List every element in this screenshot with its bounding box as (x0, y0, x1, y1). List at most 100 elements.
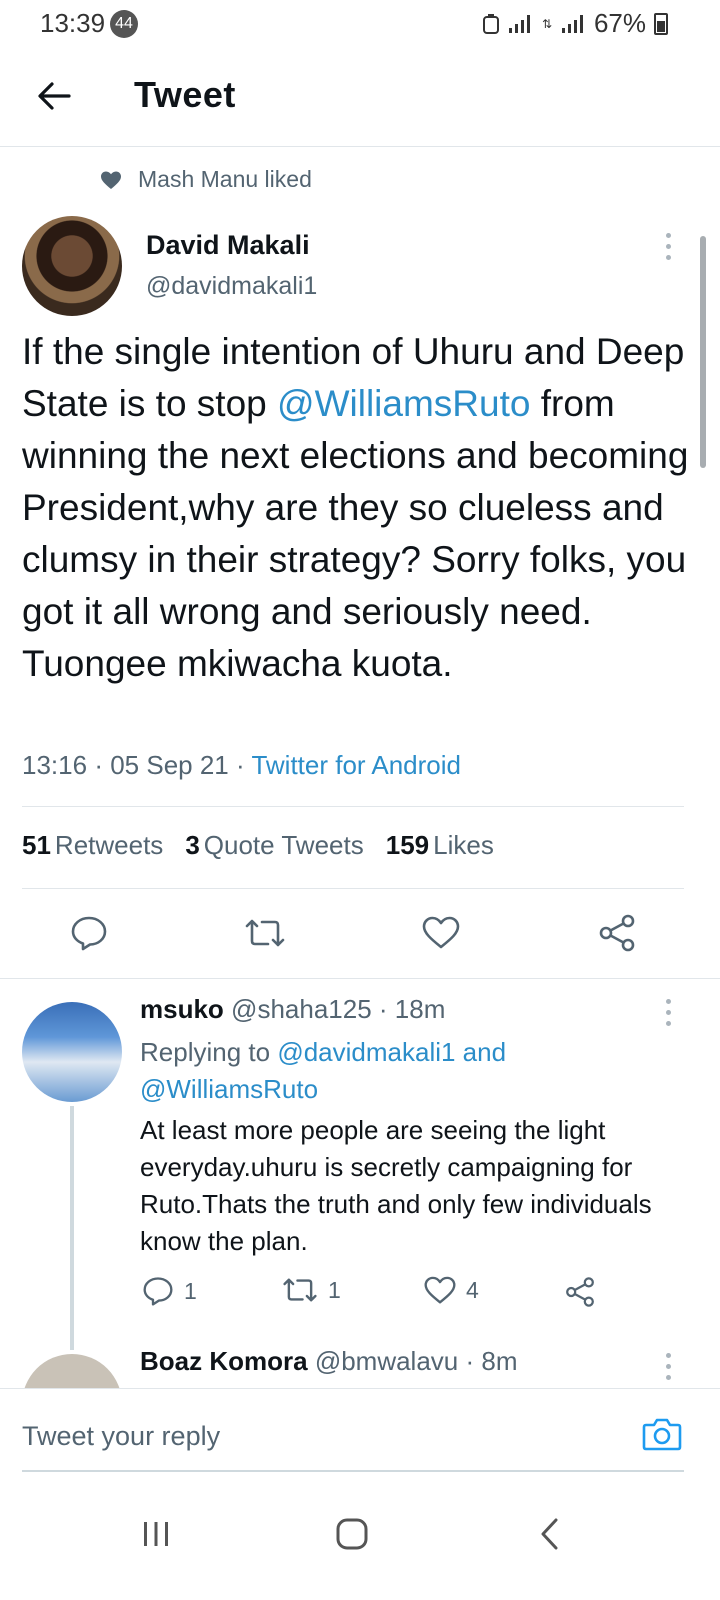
replying-prefix: Replying to (140, 1037, 278, 1067)
meta-separator: · (94, 750, 103, 780)
more-dot (665, 232, 671, 238)
divider (0, 978, 720, 979)
divider (22, 806, 684, 807)
reply-actions: 1 1 4 (140, 1276, 620, 1316)
reply-header: Boaz Komora @bmwalavu · 8m (140, 1346, 518, 1376)
divider (22, 888, 684, 889)
comment-icon (143, 1277, 173, 1306)
recent-apps-button[interactable] (126, 1504, 186, 1564)
likes-count: 159 (385, 830, 430, 860)
retweets-label: Retweets (54, 830, 164, 860)
heart-icon (101, 171, 121, 189)
quote-tweets-count: 3 (185, 830, 200, 860)
like-count: 4 (466, 1277, 479, 1303)
more-dot (665, 1009, 671, 1015)
signal-icon-2: ⇅ (542, 14, 583, 33)
tweet-source-link[interactable]: Twitter for Android (251, 750, 461, 780)
author-handle[interactable]: @davidmakali1 (146, 272, 317, 301)
status-time: 13:39 (40, 8, 106, 38)
reply-retweet-button[interactable]: 1 (282, 1276, 341, 1304)
replying-user-link[interactable]: @WilliamsRuto (140, 1074, 318, 1104)
retweet-button[interactable] (240, 908, 290, 958)
reply-author-handle[interactable]: @bmwalavu (315, 1346, 458, 1376)
reply-avatar[interactable] (22, 1354, 122, 1388)
camera-icon (642, 1418, 682, 1451)
share-icon (566, 1277, 594, 1307)
tweet-text: If the single intention of Uhuru and Dee… (22, 326, 692, 690)
like-button[interactable] (416, 908, 466, 958)
system-navigation-bar (0, 1486, 720, 1600)
heart-icon (424, 1276, 456, 1304)
reply-more-options-button[interactable] (656, 1346, 680, 1386)
reply-author-name[interactable]: Boaz Komora (140, 1346, 308, 1376)
back-button[interactable] (30, 72, 78, 120)
reply-time: 8m (481, 1346, 518, 1376)
reply-button[interactable] (64, 908, 114, 958)
system-back-button[interactable] (520, 1504, 580, 1564)
home-icon (336, 1518, 368, 1550)
share-button[interactable] (592, 908, 642, 958)
tweet-stats: 51 Retweets 3 Quote Tweets 159 Likes (22, 830, 494, 861)
reply-author-handle[interactable]: @shaha125 (231, 994, 372, 1024)
reply-author-name[interactable]: msuko (140, 994, 224, 1024)
quote-tweets-label: Quote Tweets (203, 830, 364, 860)
home-button[interactable] (322, 1504, 382, 1564)
retweets-stat[interactable]: 51 Retweets (22, 830, 163, 861)
reply-header: msuko @shaha125 · 18m (140, 994, 446, 1024)
author-avatar[interactable] (22, 216, 122, 316)
more-dot (665, 254, 671, 260)
retweet-icon (283, 1278, 317, 1302)
status-indicators: ⇅ 67% (482, 8, 668, 39)
more-dot (665, 1363, 671, 1369)
recent-apps-icon (144, 1522, 168, 1546)
likes-label: Likes (433, 830, 494, 860)
reply-reply-button[interactable]: 1 (142, 1276, 197, 1306)
reply-text: At least more people are seeing the ligh… (140, 1115, 652, 1256)
scrollbar-thumb[interactable] (700, 236, 706, 468)
battery-icon (654, 12, 668, 35)
header-divider (0, 146, 720, 147)
reply-share-button[interactable] (564, 1276, 596, 1308)
arrow-left-icon (38, 82, 71, 110)
input-underline (22, 1470, 684, 1472)
more-dot (665, 1352, 671, 1358)
meta-separator: · (236, 750, 245, 780)
replying-to: Replying to @davidmakali1 and @WilliamsRu… (140, 1034, 660, 1108)
social-context[interactable]: Mash Manu liked (100, 166, 312, 193)
tweet-more-options-button[interactable] (656, 226, 680, 266)
signal-icon (508, 14, 530, 33)
alarm-icon (482, 13, 499, 34)
more-dot (665, 1020, 671, 1026)
retweet-icon (245, 919, 285, 947)
tweet-time: 13:16 (22, 750, 88, 780)
camera-button[interactable] (640, 1412, 684, 1456)
more-dot (665, 243, 671, 249)
heart-icon (422, 916, 460, 949)
reply-input[interactable] (22, 1408, 622, 1464)
replying-and: and (455, 1037, 507, 1067)
more-dot (665, 998, 671, 1004)
reply-count: 1 (184, 1277, 197, 1304)
reply-time: 18m (394, 994, 446, 1024)
likes-stat[interactable]: 159 Likes (386, 830, 494, 861)
thread-line (70, 1106, 74, 1350)
author-name[interactable]: David Makali (146, 230, 310, 261)
svg-text:⇅: ⇅ (542, 17, 552, 31)
tweet-actions (0, 908, 720, 958)
reply-more-options-button[interactable] (656, 992, 680, 1032)
retweet-count: 1 (328, 1276, 341, 1303)
quote-tweets-stat[interactable]: 3 Quote Tweets (185, 830, 363, 861)
tweet-meta: 13:16 · 05 Sep 21 · Twitter for Android (22, 750, 461, 781)
composer-divider (0, 1388, 720, 1389)
reply-like-button[interactable]: 4 (424, 1276, 479, 1305)
share-icon (599, 914, 635, 952)
comment-icon (71, 916, 107, 951)
battery-percent: 67% (593, 8, 646, 38)
mention-link[interactable]: @WilliamsRuto (277, 383, 530, 424)
tweet-text-part: from winning the next elections and beco… (22, 383, 689, 684)
notification-count-badge: 44 (110, 10, 138, 38)
tweet-date: 05 Sep 21 (110, 750, 229, 780)
replying-user-link[interactable]: @davidmakali1 (277, 1037, 455, 1067)
more-dot (665, 1374, 671, 1380)
reply-avatar[interactable] (22, 1002, 122, 1102)
